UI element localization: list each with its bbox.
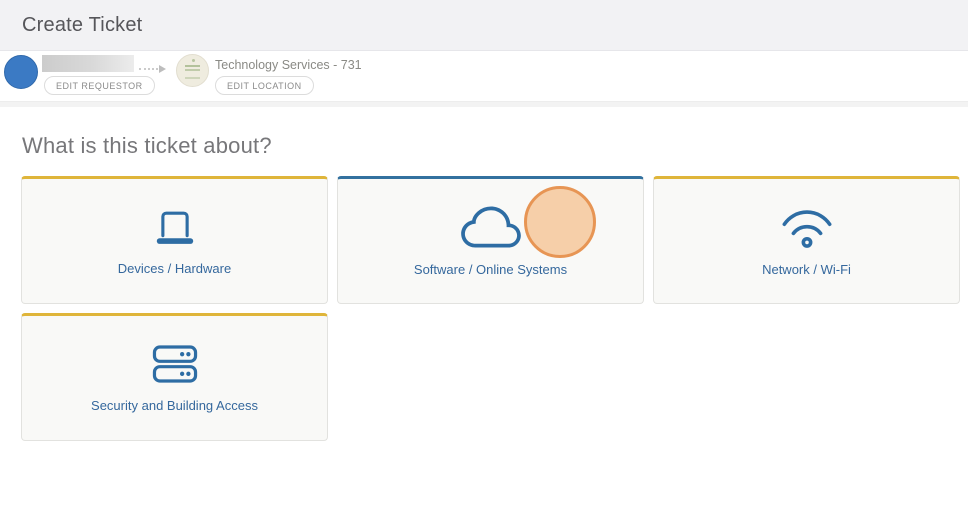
laptop-icon — [149, 206, 201, 248]
requestor-avatar — [4, 55, 38, 89]
category-card-grid: Devices / Hardware Software / Online Sys… — [21, 176, 968, 441]
cloud-icon — [460, 205, 522, 249]
requestor-name-redacted — [42, 55, 134, 72]
card-security-building-access[interactable]: Security and Building Access — [21, 313, 328, 441]
click-highlight-circle — [524, 186, 596, 258]
edit-location-button[interactable]: EDIT LOCATION — [215, 76, 314, 95]
arrow-right-icon — [139, 65, 167, 75]
location-logo-avatar — [176, 54, 209, 87]
servers-icon — [150, 343, 200, 385]
section-divider — [0, 101, 968, 107]
card-software-online-systems[interactable]: Software / Online Systems — [337, 176, 644, 304]
page-title: Create Ticket — [22, 14, 142, 37]
card-label: Devices / Hardware — [118, 261, 231, 276]
wifi-icon — [778, 205, 836, 249]
top-header: Create Ticket — [0, 0, 968, 51]
card-network-wifi[interactable]: Network / Wi-Fi — [653, 176, 960, 304]
card-devices-hardware[interactable]: Devices / Hardware — [21, 176, 328, 304]
card-label: Security and Building Access — [91, 398, 258, 413]
card-label: Software / Online Systems — [414, 262, 567, 277]
edit-requestor-button[interactable]: EDIT REQUESTOR — [44, 76, 155, 95]
location-name: Technology Services - 731 — [215, 58, 362, 72]
requestor-bar: EDIT REQUESTOR Technology Services - 731… — [0, 51, 968, 101]
question-heading: What is this ticket about? — [22, 133, 968, 159]
main-content: What is this ticket about? Devices / Har… — [0, 133, 968, 441]
card-label: Network / Wi-Fi — [762, 262, 851, 277]
